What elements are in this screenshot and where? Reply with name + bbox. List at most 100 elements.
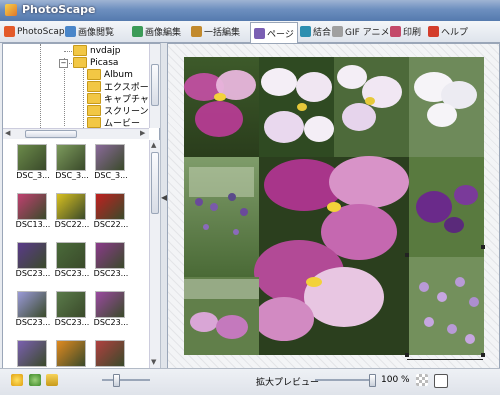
tab-label: ヘルプ: [441, 28, 469, 38]
thumbnail-item[interactable]: DSC_3...: [13, 144, 53, 182]
thumbnail-item[interactable]: DSC_3...: [52, 144, 92, 182]
thumbnail-item[interactable]: DSC23...: [13, 242, 53, 280]
thumbnail-caption: DSC23...: [54, 269, 90, 278]
tab-label: 画像編集: [145, 28, 182, 38]
main-tab-bar: PhotoScape 画像閲覧 画像編集 一括編集 ページ 結合 GIF アニメ 印刷 ヘルプ: [0, 21, 500, 43]
tab-2[interactable]: 画像編集: [132, 23, 181, 40]
collage-canvas: [184, 57, 484, 355]
fit-view-icon[interactable]: [434, 374, 448, 388]
rotate-icon[interactable]: [29, 374, 41, 386]
photo-cell-8: [184, 277, 259, 355]
zoom-slider[interactable]: [315, 379, 375, 381]
photo-cell-4: [409, 57, 484, 157]
thumbnail-item[interactable]: [52, 340, 92, 369]
tab-icon: [65, 26, 76, 37]
title-bar: PhotoScape: [0, 0, 500, 21]
tab-icon: [332, 26, 343, 37]
thumbnail-image: [56, 340, 86, 367]
tab-icon: [132, 26, 143, 37]
thumbnail-image: [95, 144, 125, 171]
folder-open-icon[interactable]: [46, 374, 58, 386]
thumbnail-image: [17, 193, 47, 220]
resize-handle[interactable]: [405, 253, 409, 257]
tree-horizontal-scrollbar[interactable]: ◀ ▶: [3, 128, 149, 139]
tab-5[interactable]: 結合: [300, 23, 331, 40]
resize-handle[interactable]: [481, 245, 485, 249]
tree-node-album[interactable]: Album: [87, 69, 133, 80]
tree-expander[interactable]: −: [59, 59, 68, 68]
thumbnail-item[interactable]: DSC23...: [91, 291, 131, 329]
thumbnail-item[interactable]: DSC13...: [13, 193, 53, 231]
folder-icon: [87, 93, 101, 104]
zoom-value: 100 %: [381, 375, 410, 385]
resize-handle[interactable]: [481, 353, 485, 357]
star-icon[interactable]: [11, 374, 23, 386]
thumbnail-item[interactable]: DSC23...: [13, 291, 53, 329]
tab-label: ページ: [267, 29, 294, 40]
thumbnail-caption: DSC_3...: [55, 171, 89, 180]
tab-1[interactable]: 画像閲覧: [65, 23, 114, 40]
thumbnail-item[interactable]: [91, 340, 131, 369]
tab-icon: [300, 26, 311, 37]
page-layout[interactable]: [184, 57, 485, 360]
checker-grid-icon[interactable]: [416, 374, 428, 386]
tab-label: 画像閲覧: [78, 28, 115, 38]
thumbnail-image: [95, 242, 125, 269]
bottom-toolbar: 拡大プレビュー 100 %: [0, 368, 500, 395]
tab-icon: [428, 26, 439, 37]
tree-node-export[interactable]: エクスポート済: [87, 81, 149, 93]
photo-cell-7: [409, 157, 484, 257]
photo-cell-1: [184, 57, 259, 157]
thumbnail-image: [17, 144, 47, 171]
tab-icon: [254, 27, 265, 39]
folder-icon: [73, 57, 87, 68]
thumbnail-item[interactable]: DSC22...: [91, 193, 131, 231]
tab-0[interactable]: PhotoScape: [4, 23, 70, 40]
tab-icon: [191, 26, 202, 37]
folder-tree: − nvdajp Picasa Album エクスポート済 キャプチャ済み: [3, 44, 149, 128]
tree-node-captured[interactable]: キャプチャ済み: [87, 93, 149, 105]
tree-vertical-scrollbar[interactable]: [149, 44, 160, 128]
thumbnail-image: [17, 242, 47, 269]
tab-8[interactable]: ヘルプ: [428, 23, 468, 40]
folder-icon: [87, 105, 101, 116]
thumbnail-image: [56, 193, 86, 220]
tab-3[interactable]: 一括編集: [191, 23, 240, 40]
window-title: PhotoScape: [22, 3, 96, 16]
thumbnail-item[interactable]: DSC23...: [91, 242, 131, 280]
tab-icon: [390, 26, 401, 37]
thumbnail-caption: DSC22...: [93, 220, 129, 229]
thumbnail-grid: DSC_3... DSC_3... DSC_3... DSC13... DSC22...…: [3, 140, 149, 369]
thumbnail-image: [56, 144, 86, 171]
thumbnail-size-slider-knob[interactable]: [113, 374, 120, 387]
thumbnail-caption: DSC23...: [93, 269, 129, 278]
tree-node-picasa[interactable]: Picasa: [73, 57, 118, 68]
tab-7[interactable]: 印刷: [390, 23, 421, 40]
tab-6[interactable]: GIF アニメ: [332, 23, 390, 40]
thumbnail-item[interactable]: DSC22...: [52, 193, 92, 231]
thumbnail-image: [17, 291, 47, 318]
thumbnail-image: [56, 242, 86, 269]
thumbnail-size-slider[interactable]: [102, 379, 150, 381]
thumbnail-item[interactable]: DSC23...: [52, 291, 92, 329]
browser-pane: − nvdajp Picasa Album エクスポート済 キャプチャ済み: [2, 43, 160, 370]
thumbnail-scrollbar[interactable]: ▲ ▼: [149, 140, 160, 369]
thumbnail-item[interactable]: DSC_3...: [91, 144, 131, 182]
tab-label: 結合: [313, 28, 332, 38]
thumbnail-item[interactable]: DSC23...: [52, 242, 92, 280]
tree-node-movie[interactable]: ムービー: [87, 117, 140, 128]
thumbnail-caption: DSC23...: [93, 318, 129, 327]
tab-4[interactable]: ページ: [250, 22, 298, 43]
thumbnail-caption: DSC23...: [15, 318, 51, 327]
tab-label: GIF アニメ: [345, 28, 390, 38]
zoom-preview-label: 拡大プレビュー: [256, 378, 320, 388]
thumbnail-caption: DSC_3...: [16, 171, 50, 180]
thumbnail-item[interactable]: [13, 340, 53, 369]
zoom-slider-knob[interactable]: [369, 374, 376, 387]
tree-node-screencapture[interactable]: スクリーン キャ: [87, 105, 149, 117]
tree-node-nvdajp[interactable]: nvdajp: [73, 45, 120, 56]
resize-handle[interactable]: [405, 353, 409, 357]
thumbnail-caption: DSC_3...: [94, 171, 128, 180]
pane-splitter[interactable]: ◀: [160, 43, 167, 368]
thumbnail-image: [17, 340, 47, 367]
